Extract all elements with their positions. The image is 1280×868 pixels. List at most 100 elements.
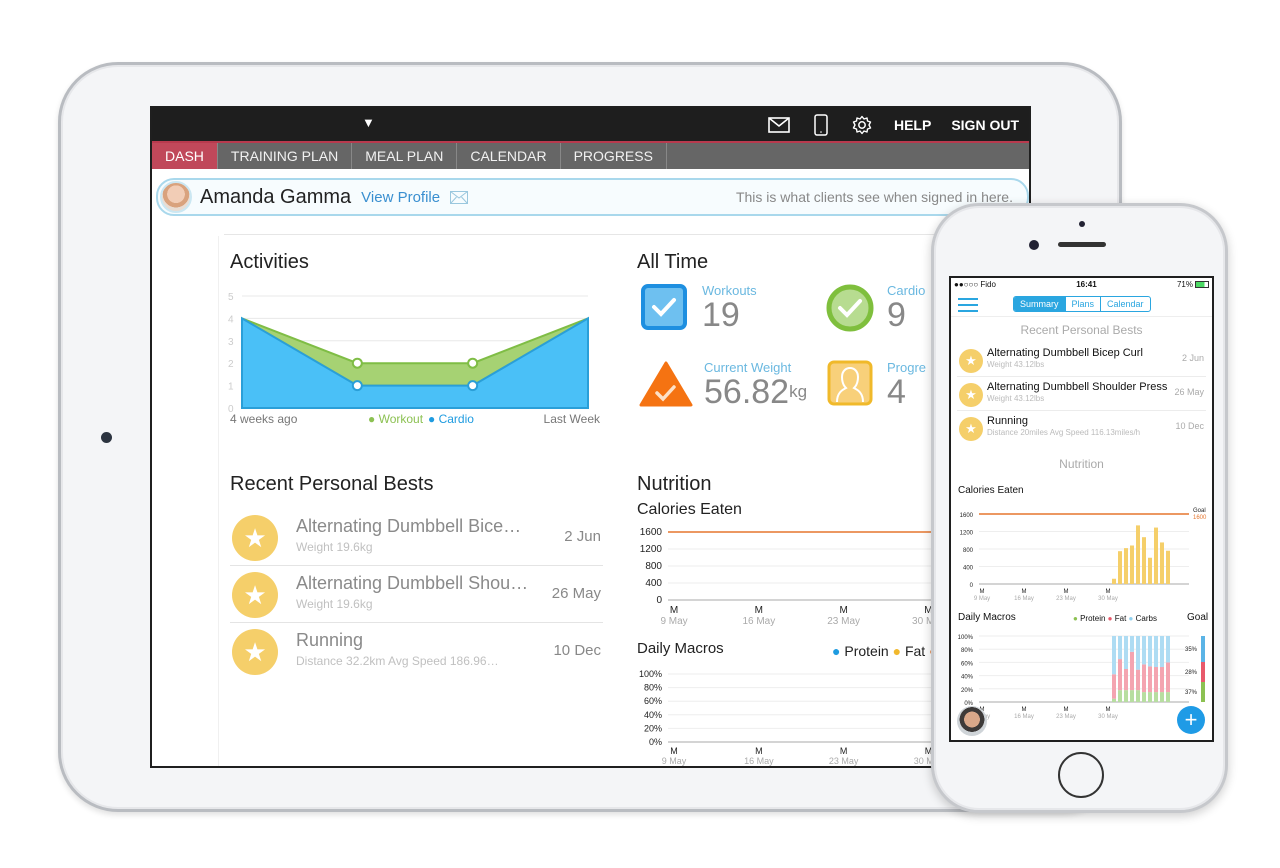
macro-bar-carbs <box>1166 636 1170 663</box>
x-tick-top: M <box>1022 589 1027 595</box>
macro-bar-fat <box>1148 666 1152 693</box>
home-button[interactable] <box>1058 752 1104 798</box>
pb-subtitle: Distance 32.2km Avg Speed 186.96… <box>296 654 499 668</box>
sign-out-link[interactable]: SIGN OUT <box>951 117 1019 133</box>
add-button[interactable]: + <box>1177 706 1205 734</box>
activities-chart: 0123454 weeks ago Last Week● Workout ● Car… <box>228 292 600 426</box>
x-tick-top: M <box>1106 589 1111 595</box>
help-link[interactable]: HELP <box>894 117 931 133</box>
menu-dropdown-icon[interactable]: ▼ <box>362 115 375 130</box>
pb-date: 2 Jun <box>564 528 601 545</box>
y-tick-label: 80% <box>644 683 662 693</box>
gear-icon[interactable] <box>852 115 872 135</box>
calorie-bar <box>1112 578 1116 584</box>
x-tick-top: M <box>755 605 763 616</box>
stat-value: 4 <box>887 373 906 411</box>
stat-value: 56.82 <box>704 373 790 411</box>
y-tick-label: 4 <box>228 314 234 325</box>
legend-cardio: ● Cardio <box>428 412 474 426</box>
battery-percent: 71% <box>1176 280 1193 289</box>
x-tick-top: M <box>980 589 985 595</box>
pb-subtitle: Distance 20miles Avg Speed 116.13miles/h <box>987 428 1141 437</box>
stat-workouts: Workouts 19 <box>640 283 757 332</box>
macro-bar-carbs <box>1154 636 1158 668</box>
hamburger-menu-icon[interactable] <box>958 298 978 316</box>
list-item[interactable]: ★ Alternating Dumbbell Shou… Weight 19.6… <box>230 567 603 623</box>
segment-summary[interactable]: Summary <box>1014 297 1066 311</box>
pb-date: 26 May <box>1174 387 1204 397</box>
legend-dot-protein: ● <box>832 643 841 659</box>
star-icon: ★ <box>232 572 278 618</box>
divider <box>224 234 1029 235</box>
message-client-icon[interactable] <box>450 190 469 204</box>
workout-point <box>467 357 479 369</box>
star-icon: ★ <box>959 417 983 441</box>
y-tick-label: 40% <box>961 675 974 681</box>
stat-current-weight: Current Weight 56.82kg <box>638 360 807 409</box>
goal-percent: 35% <box>1185 647 1198 653</box>
phone-nav: Summary Plans Calendar <box>951 291 1212 317</box>
pb-subtitle: Weight 19.6kg <box>296 597 373 611</box>
x-tick-label: 9 May <box>974 596 990 602</box>
mail-icon[interactable] <box>768 116 790 133</box>
calorie-bar <box>1130 545 1134 584</box>
phone-macros-legend: ● Protein ● Fat ● Carbs <box>1073 614 1157 623</box>
segment-calendar[interactable]: Calendar <box>1101 297 1150 311</box>
tab-progress[interactable]: PROGRESS <box>561 143 667 169</box>
y-tick-label: 60% <box>961 661 974 667</box>
tab-calendar[interactable]: CALENDAR <box>457 143 561 169</box>
tab-training-plan[interactable]: TRAINING PLAN <box>218 143 353 169</box>
list-item[interactable]: ★ Alternating Dumbbell Bicep Curl Weight… <box>957 343 1206 377</box>
phone-sensor <box>1079 221 1085 227</box>
y-tick-label: 800 <box>645 561 662 572</box>
star-icon: ★ <box>959 383 983 407</box>
goal-value: 1600 <box>1193 515 1207 521</box>
pb-title: Alternating Dumbbell Shoulder Press <box>987 381 1168 393</box>
mobile-icon[interactable] <box>814 113 828 136</box>
list-item[interactable]: ★ Running Distance 32.2km Avg Speed 186.… <box>230 624 603 680</box>
tablet-screen: ▼ HELP SIGN OUT DASH TRAINING PLAN MEAL … <box>150 106 1031 768</box>
phone-pb-list: ★ Alternating Dumbbell Bicep Curl Weight… <box>951 343 1212 445</box>
y-tick-label: 400 <box>645 578 662 589</box>
view-profile-link[interactable]: View Profile <box>361 189 440 206</box>
list-item[interactable]: ★ Alternating Dumbbell Bice… Weight 19.6… <box>230 510 603 566</box>
y-tick-label: 40% <box>644 710 662 720</box>
stat-value: 9 <box>887 296 906 334</box>
calorie-bar <box>1154 527 1158 584</box>
macro-bar-protein <box>1112 698 1116 702</box>
x-tick-label: 16 May <box>1014 714 1034 720</box>
checkbox-icon <box>641 284 687 330</box>
legend-label: Fat <box>904 643 926 659</box>
x-tick-label: 30 May <box>1098 714 1118 720</box>
macro-bar-fat <box>1118 659 1122 691</box>
pb-subtitle: Weight 43.12lbs <box>987 360 1045 369</box>
x-tick-label: 23 May <box>827 616 860 627</box>
macro-bar-protein <box>1166 692 1170 702</box>
tab-meal-plan[interactable]: MEAL PLAN <box>352 143 458 169</box>
stat-progress: Progre 4 <box>827 360 926 409</box>
avatar[interactable] <box>160 181 192 213</box>
macro-bar-protein <box>1154 692 1158 702</box>
cardio-point <box>351 380 363 392</box>
y-tick-label: 0 <box>656 595 662 606</box>
list-item[interactable]: ★ Running Distance 20miles Avg Speed 116… <box>957 411 1206 445</box>
macro-bar-protein <box>1148 692 1152 702</box>
avatar[interactable] <box>957 706 987 736</box>
segment-plans[interactable]: Plans <box>1066 297 1102 311</box>
personal-bests-title: Recent Personal Bests <box>230 473 434 495</box>
x-tick-top: M <box>755 746 763 756</box>
workout-point <box>351 357 363 369</box>
macro-bar-carbs <box>1160 636 1164 668</box>
x-tick-top: M <box>670 746 678 756</box>
phone-pb-title: Recent Personal Bests <box>1020 323 1143 337</box>
macro-bar-carbs <box>1112 636 1116 675</box>
list-item[interactable]: ★ Alternating Dumbbell Shoulder Press We… <box>957 377 1206 411</box>
nutrition-title: Nutrition <box>637 473 712 495</box>
x-tick-label: 23 May <box>1056 596 1076 602</box>
tab-dash[interactable]: DASH <box>152 143 218 169</box>
segmented-control: Summary Plans Calendar <box>1013 296 1151 312</box>
phone-nutrition-title: Nutrition <box>1059 457 1104 471</box>
goal-bar-segment <box>1201 682 1205 702</box>
pb-subtitle: Weight 43.12lbs <box>987 394 1045 403</box>
x-tick-label: 23 May <box>1056 714 1076 720</box>
